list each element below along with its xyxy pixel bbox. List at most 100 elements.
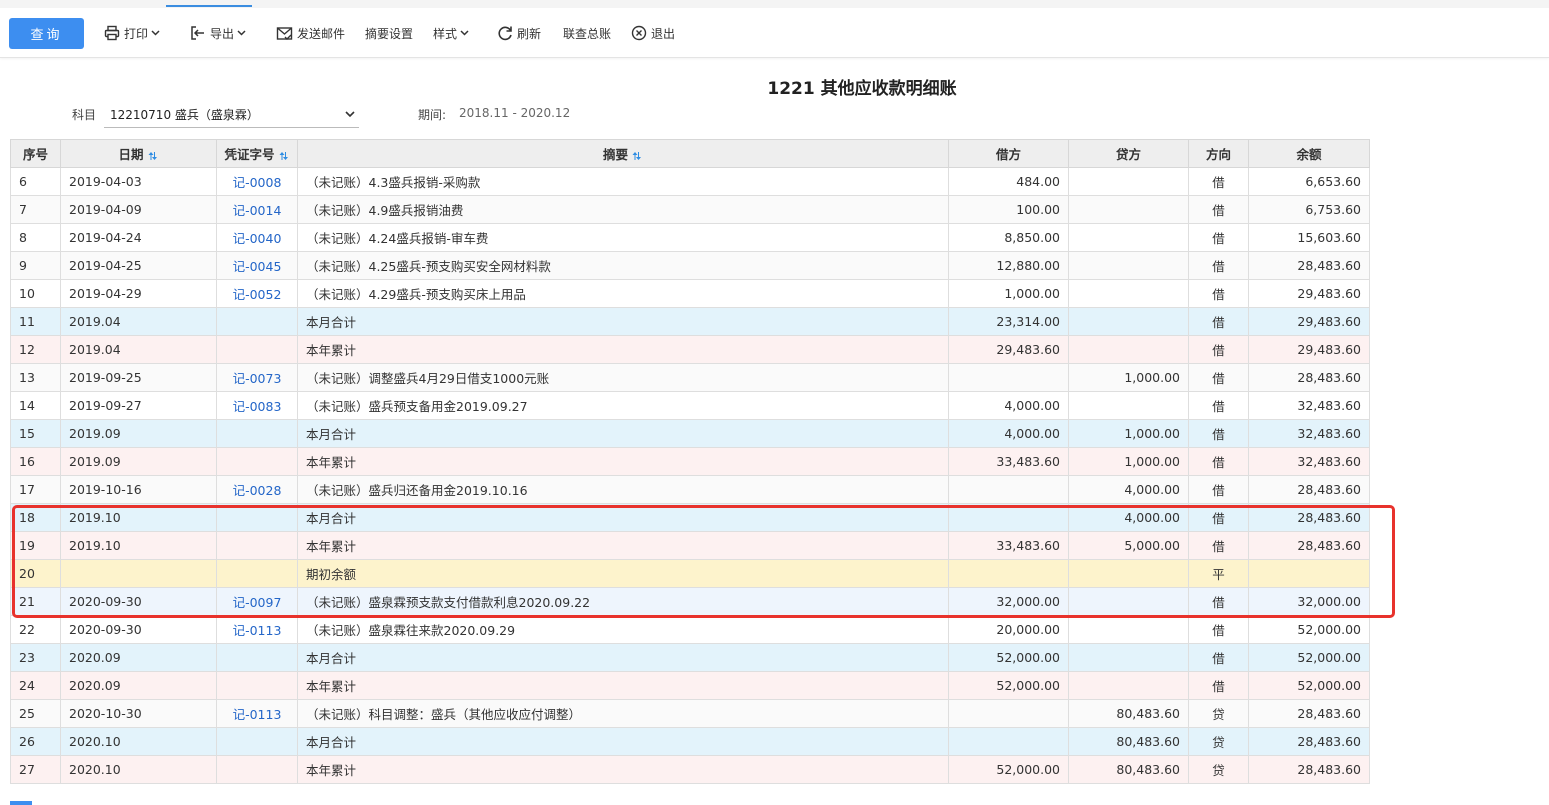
sort-icon[interactable] <box>278 150 290 162</box>
export-button[interactable]: 导出 <box>190 22 250 44</box>
cell-idx: 21 <box>10 587 61 616</box>
cell-date: 2020.09 <box>60 671 217 700</box>
cell-voucher <box>216 559 298 588</box>
cell-debit: 32,000.00 <box>948 587 1069 616</box>
table-row[interactable]: 19 2019.10 本年累计 33,483.60 5,000.00 借 28,483.60 <box>10 531 1370 560</box>
cell-voucher[interactable]: 记-0113 <box>216 615 298 644</box>
table-row[interactable]: 20 期初余额 平 <box>10 559 1370 588</box>
table-row[interactable]: 14 2019-09-27 记-0083 （未记账）盛兵预支备用金2019.09.27… <box>10 391 1370 420</box>
cell-voucher <box>216 503 298 532</box>
cell-voucher[interactable]: 记-0073 <box>216 363 298 392</box>
ledger-table: 序号 日期 凭证字号 摘要 借方 贷方 方向 余额 6 2019-04-03 记-0… <box>10 139 1370 784</box>
table-row[interactable]: 26 2020.10 本月合计 80,483.60 贷 28,483.60 <box>10 727 1370 756</box>
cell-voucher[interactable]: 记-0113 <box>216 699 298 728</box>
refresh-button[interactable]: 刷新 <box>497 22 541 44</box>
table-row[interactable]: 17 2019-10-16 记-0028 （未记账）盛兵归还备用金2019.10.16… <box>10 475 1370 504</box>
subject-select[interactable]: 12210710 盛兵（盛泉霖） <box>104 102 359 128</box>
cell-summary: （未记账）盛兵预支备用金2019.09.27 <box>297 391 949 420</box>
cell-idx: 25 <box>10 699 61 728</box>
table-row[interactable]: 21 2020-09-30 记-0097 （未记账）盛泉霖预支款支付借款利息2020.… <box>10 587 1370 616</box>
cell-balance: 28,483.60 <box>1248 363 1370 392</box>
cell-date: 2020-09-30 <box>60 587 217 616</box>
table-row[interactable]: 7 2019-04-09 记-0014 （未记账）4.9盛兵报销油费 100.00 借 6,… <box>10 195 1370 224</box>
cell-credit: 4,000.00 <box>1068 475 1189 504</box>
print-label: 打印 <box>124 26 149 41</box>
cell-direction: 借 <box>1188 503 1249 532</box>
table-row[interactable]: 22 2020-09-30 记-0113 （未记账）盛泉霖往来款2020.09.29 2… <box>10 615 1370 644</box>
sort-icon[interactable] <box>147 150 159 162</box>
cell-credit <box>1068 671 1189 700</box>
send-email-button[interactable]: 发送邮件 <box>276 22 345 44</box>
summary-settings-button[interactable]: 摘要设置 <box>365 22 413 44</box>
cell-voucher[interactable]: 记-0045 <box>216 251 298 280</box>
exit-label: 退出 <box>651 26 676 41</box>
table-row[interactable]: 6 2019-04-03 记-0008 （未记账）4.3盛兵报销-采购款 484.00 借… <box>10 167 1370 196</box>
cell-balance <box>1248 559 1370 588</box>
table-row[interactable]: 8 2019-04-24 记-0040 （未记账）4.24盛兵报销-审车费 8,850.… <box>10 223 1370 252</box>
cell-direction: 借 <box>1188 335 1249 364</box>
table-row[interactable]: 25 2020-10-30 记-0113 （未记账）科目调整：盛兵（其他应收应付调整）… <box>10 699 1370 728</box>
cell-idx: 22 <box>10 615 61 644</box>
cell-balance: 52,000.00 <box>1248 615 1370 644</box>
period-label: 期间: <box>418 108 447 122</box>
cell-balance: 32,483.60 <box>1248 419 1370 448</box>
cell-voucher <box>216 447 298 476</box>
cell-date: 2020.09 <box>60 643 217 672</box>
cell-voucher[interactable]: 记-0083 <box>216 391 298 420</box>
cell-direction: 借 <box>1188 419 1249 448</box>
table-row[interactable]: 18 2019.10 本月合计 4,000.00 借 28,483.60 <box>10 503 1370 532</box>
cell-balance: 6,653.60 <box>1248 167 1370 196</box>
table-row[interactable]: 24 2020.09 本年累计 52,000.00 借 52,000.00 <box>10 671 1370 700</box>
cell-direction: 贷 <box>1188 755 1249 784</box>
cell-voucher[interactable]: 记-0028 <box>216 475 298 504</box>
cell-voucher <box>216 419 298 448</box>
query-button[interactable]: 查询 <box>9 18 84 49</box>
cell-voucher[interactable]: 记-0097 <box>216 587 298 616</box>
cell-date: 2019.09 <box>60 447 217 476</box>
linked-general-ledger-button[interactable]: 联查总账 <box>563 22 611 44</box>
col-header-voucher[interactable]: 凭证字号 <box>216 139 298 168</box>
cell-voucher <box>216 755 298 784</box>
chevron-down-icon <box>151 30 160 36</box>
cell-voucher[interactable]: 记-0008 <box>216 167 298 196</box>
table-row[interactable]: 27 2020.10 本年累计 52,000.00 80,483.60 贷 28,483.6… <box>10 755 1370 784</box>
cell-credit: 1,000.00 <box>1068 363 1189 392</box>
table-row[interactable]: 11 2019.04 本月合计 23,314.00 借 29,483.60 <box>10 307 1370 336</box>
cell-debit <box>948 503 1069 532</box>
cell-summary: 期初余额 <box>297 559 949 588</box>
table-row[interactable]: 23 2020.09 本月合计 52,000.00 借 52,000.00 <box>10 643 1370 672</box>
print-button[interactable]: 打印 <box>104 22 164 44</box>
cell-date: 2020.10 <box>60 727 217 756</box>
cell-voucher[interactable]: 记-0014 <box>216 195 298 224</box>
linked-general-ledger-label: 联查总账 <box>563 26 612 41</box>
period-value: 2018.11 - 2020.12 <box>459 106 571 120</box>
cell-voucher[interactable]: 记-0052 <box>216 279 298 308</box>
cell-date: 2019.10 <box>60 503 217 532</box>
cell-direction: 借 <box>1188 475 1249 504</box>
cell-voucher[interactable]: 记-0040 <box>216 223 298 252</box>
cell-balance: 28,483.60 <box>1248 727 1370 756</box>
sort-icon[interactable] <box>631 150 643 162</box>
chevron-down-icon <box>237 30 246 36</box>
cell-debit <box>948 475 1069 504</box>
table-row[interactable]: 12 2019.04 本年累计 29,483.60 借 29,483.60 <box>10 335 1370 364</box>
cell-direction: 借 <box>1188 279 1249 308</box>
table-row[interactable]: 10 2019-04-29 记-0052 （未记账）4.29盛兵-预支购买床上用品 1,… <box>10 279 1370 308</box>
style-button[interactable]: 样式 <box>433 22 473 44</box>
chevron-down-icon <box>345 111 355 118</box>
cell-idx: 23 <box>10 643 61 672</box>
table-row[interactable]: 13 2019-09-25 记-0073 （未记账）调整盛兵4月29日借支1000元账… <box>10 363 1370 392</box>
cell-summary: 本月合计 <box>297 419 949 448</box>
cell-credit <box>1068 643 1189 672</box>
cell-direction: 借 <box>1188 307 1249 336</box>
col-header-date[interactable]: 日期 <box>60 139 217 168</box>
table-row[interactable]: 16 2019.09 本年累计 33,483.60 1,000.00 借 32,483.60 <box>10 447 1370 476</box>
ledger-body: 6 2019-04-03 记-0008 （未记账）4.3盛兵报销-采购款 484.00 借… <box>10 167 1370 784</box>
col-header-summary[interactable]: 摘要 <box>297 139 949 168</box>
table-row[interactable]: 15 2019.09 本月合计 4,000.00 1,000.00 借 32,483.60 <box>10 419 1370 448</box>
cell-idx: 9 <box>10 251 61 280</box>
cell-direction: 借 <box>1188 391 1249 420</box>
exit-button[interactable]: 退出 <box>631 22 675 44</box>
table-row[interactable]: 9 2019-04-25 记-0045 （未记账）4.25盛兵-预支购买安全网材料款 1… <box>10 251 1370 280</box>
cell-credit <box>1068 195 1189 224</box>
